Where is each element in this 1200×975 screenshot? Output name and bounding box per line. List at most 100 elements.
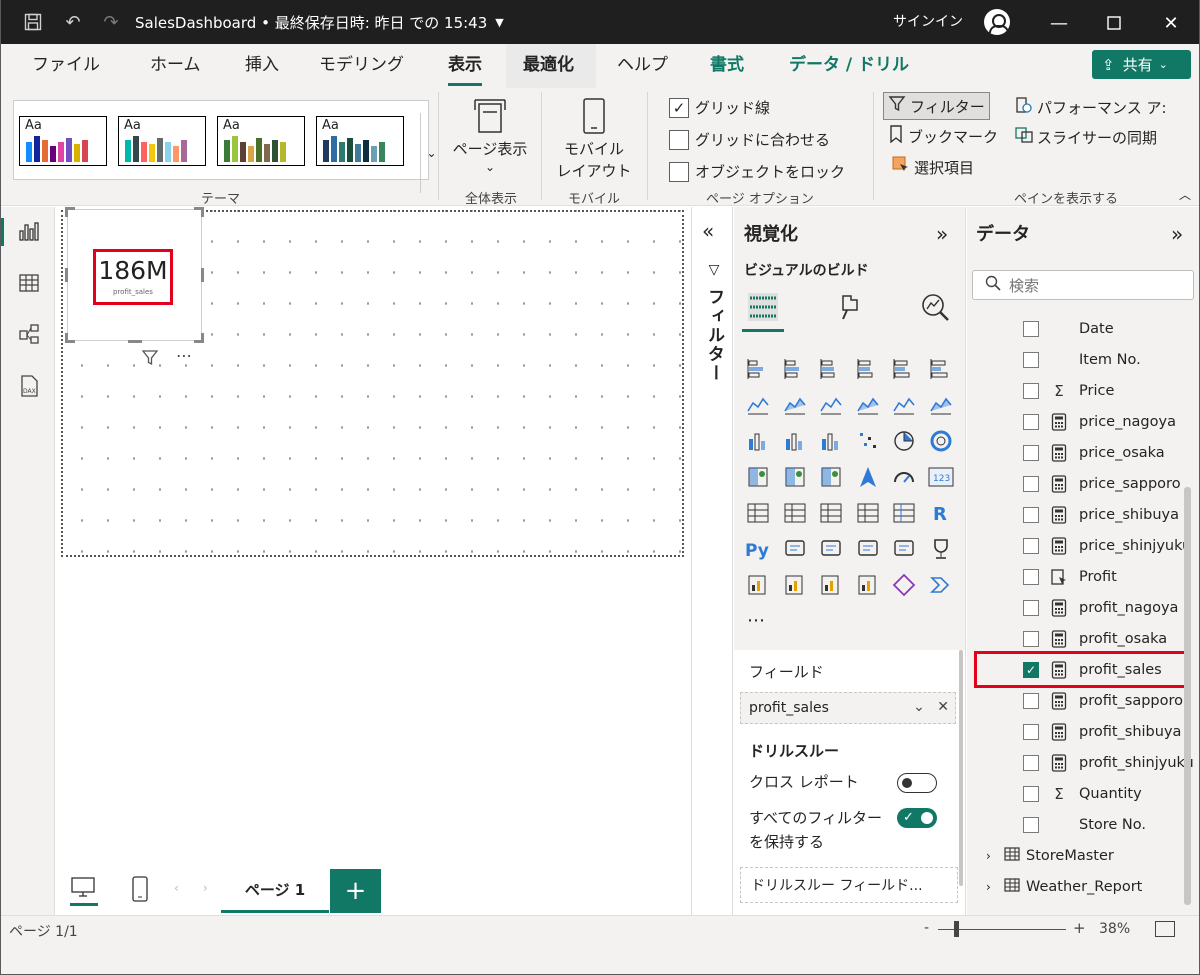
field-item[interactable]: Σ Quantity (1023, 780, 1142, 808)
tab-help[interactable]: ヘルプ (617, 52, 668, 80)
smart-narrative-icon[interactable] (891, 536, 917, 562)
filter-icon[interactable] (141, 349, 159, 371)
model-view-icon[interactable] (16, 321, 42, 347)
field-item[interactable]: price_shibuya (1023, 501, 1179, 529)
checkbox-unchecked[interactable] (1023, 600, 1039, 616)
desktop-view-icon[interactable] (70, 876, 98, 906)
collapse-right-icon[interactable]: » (1171, 222, 1183, 246)
more-visuals-icon[interactable]: ⋯ (747, 610, 767, 631)
field-item[interactable]: price_shinjyuku (1023, 532, 1191, 560)
map-icon[interactable] (782, 464, 808, 490)
checkbox-unchecked[interactable] (1023, 755, 1039, 771)
tab-file[interactable]: ファイル (32, 52, 100, 80)
field-item[interactable]: profit_osaka (1023, 625, 1167, 653)
checkbox-unchecked[interactable] (1023, 631, 1039, 647)
mobile-layout-button[interactable]: モバイル レイアウト (551, 98, 637, 182)
100-bar-icon[interactable] (891, 356, 917, 382)
close-icon[interactable]: ✕ (1156, 8, 1186, 38)
checkbox-unchecked[interactable] (1023, 817, 1039, 833)
chevron-right-icon[interactable]: › (986, 849, 1000, 863)
field-item[interactable]: profit_nagoya (1023, 594, 1178, 622)
drillthrough-field-well[interactable]: ドリルスルー フィールド... (740, 867, 958, 903)
resize-handle[interactable] (65, 268, 68, 282)
build-visual-tab[interactable] (743, 287, 783, 327)
mobile-view-icon[interactable] (131, 876, 149, 906)
resize-handle[interactable] (201, 268, 204, 282)
line-stacked-column-icon[interactable] (928, 392, 954, 418)
gridlines-checkbox[interactable]: ✓ グリッド線 (669, 97, 770, 118)
arcgis-icon[interactable] (855, 572, 881, 598)
cross-report-toggle[interactable] (897, 773, 937, 793)
resize-handle[interactable] (65, 207, 68, 217)
report-view-icon[interactable] (16, 219, 42, 245)
pie-chart-icon[interactable] (891, 428, 917, 454)
power-apps-icon[interactable] (782, 572, 808, 598)
tab-optimize[interactable]: 最適化 (523, 52, 574, 80)
performance-pane-button[interactable]: パフォーマンス ア: (1015, 96, 1167, 118)
line-chart-icon[interactable] (745, 392, 771, 418)
field-item[interactable]: Date (1023, 315, 1114, 343)
undo-icon[interactable]: ↶ (63, 12, 83, 33)
slicer-sync-button[interactable]: スライサーの同期 (1015, 126, 1157, 148)
field-item[interactable]: price_nagoya (1023, 408, 1176, 436)
checkbox-unchecked[interactable] (1023, 507, 1039, 523)
expand-left-icon[interactable]: « (702, 219, 714, 243)
tab-modeling[interactable]: モデリング (319, 52, 404, 80)
scrollbar[interactable] (1184, 487, 1191, 905)
donut-chart-icon[interactable] (928, 428, 954, 454)
lock-objects-checkbox[interactable]: オブジェクトをロック (669, 161, 845, 182)
field-item[interactable]: profit_shibuya (1023, 718, 1181, 746)
table-icon[interactable] (855, 500, 881, 526)
clustered-column-icon[interactable] (855, 356, 881, 382)
slicer-icon[interactable] (818, 500, 844, 526)
filters-collapsed-pane[interactable]: « ▽ フィルター (691, 207, 733, 915)
gauge-icon[interactable] (891, 464, 917, 490)
checkbox-unchecked[interactable] (1023, 383, 1039, 399)
signin-link[interactable]: サインイン (893, 11, 963, 31)
keep-filters-toggle[interactable] (897, 808, 937, 828)
matrix-icon[interactable] (891, 500, 917, 526)
field-item[interactable]: profit_shinjyuku (1023, 749, 1194, 777)
title-dropdown-icon[interactable]: ▼ (495, 16, 503, 29)
analytics-tab[interactable] (915, 287, 955, 327)
theme-swatch-3[interactable]: Aa (217, 116, 305, 166)
fit-to-page-icon[interactable] (1155, 921, 1175, 937)
checkbox-unchecked[interactable] (1023, 693, 1039, 709)
metrics-icon[interactable] (928, 536, 954, 562)
chevron-visual-icon[interactable] (928, 572, 954, 598)
format-visual-tab[interactable] (830, 287, 870, 327)
chevron-up-icon[interactable]: ︿ (1179, 186, 1191, 203)
document-title[interactable]: SalesDashboard • 最終保存日時: 昨日 での 15:43 (135, 12, 487, 33)
ribbon-area-icon[interactable] (855, 392, 881, 418)
checkbox-unchecked[interactable] (1023, 538, 1039, 554)
stacked-column-icon[interactable] (782, 356, 808, 382)
waterfall-icon[interactable] (782, 428, 808, 454)
field-item[interactable]: Profit (1023, 563, 1117, 591)
maximize-icon[interactable] (1099, 8, 1129, 38)
checkbox-unchecked[interactable] (1023, 569, 1039, 585)
redo-icon[interactable]: ↷ (101, 12, 121, 33)
stacked-bar-icon[interactable] (745, 356, 771, 382)
scatter-icon[interactable] (855, 428, 881, 454)
tab-home[interactable]: ホーム (150, 52, 201, 80)
stacked-area-icon[interactable] (818, 392, 844, 418)
chevron-right-icon[interactable]: › (986, 880, 1000, 894)
chevron-down-icon[interactable]: ⌄ (913, 699, 925, 715)
field-item[interactable]: Σ Price (1023, 377, 1114, 405)
filled-map-icon[interactable] (818, 464, 844, 490)
checkbox-unchecked[interactable] (1023, 352, 1039, 368)
avatar[interactable] (984, 9, 1010, 35)
selection-pane-button[interactable]: 選択項目 (892, 156, 974, 178)
theme-swatch-1[interactable]: Aa (19, 116, 107, 166)
share-button[interactable]: ⇪ 共有 ⌄ (1092, 50, 1191, 79)
zoom-out-button[interactable]: - (924, 920, 929, 936)
resize-handle[interactable] (201, 207, 204, 217)
field-item[interactable]: Store No. (1023, 811, 1146, 839)
ribbon-chart-icon[interactable] (745, 428, 771, 454)
treemap-icon[interactable] (745, 464, 771, 490)
checkbox-unchecked[interactable] (669, 129, 689, 150)
field-item[interactable]: price_sapporo (1023, 470, 1181, 498)
table-item[interactable]: › StoreMaster (986, 842, 1114, 870)
field-well[interactable]: profit_sales ⌄ ✕ (740, 692, 956, 724)
checkbox-unchecked[interactable] (1023, 445, 1039, 461)
